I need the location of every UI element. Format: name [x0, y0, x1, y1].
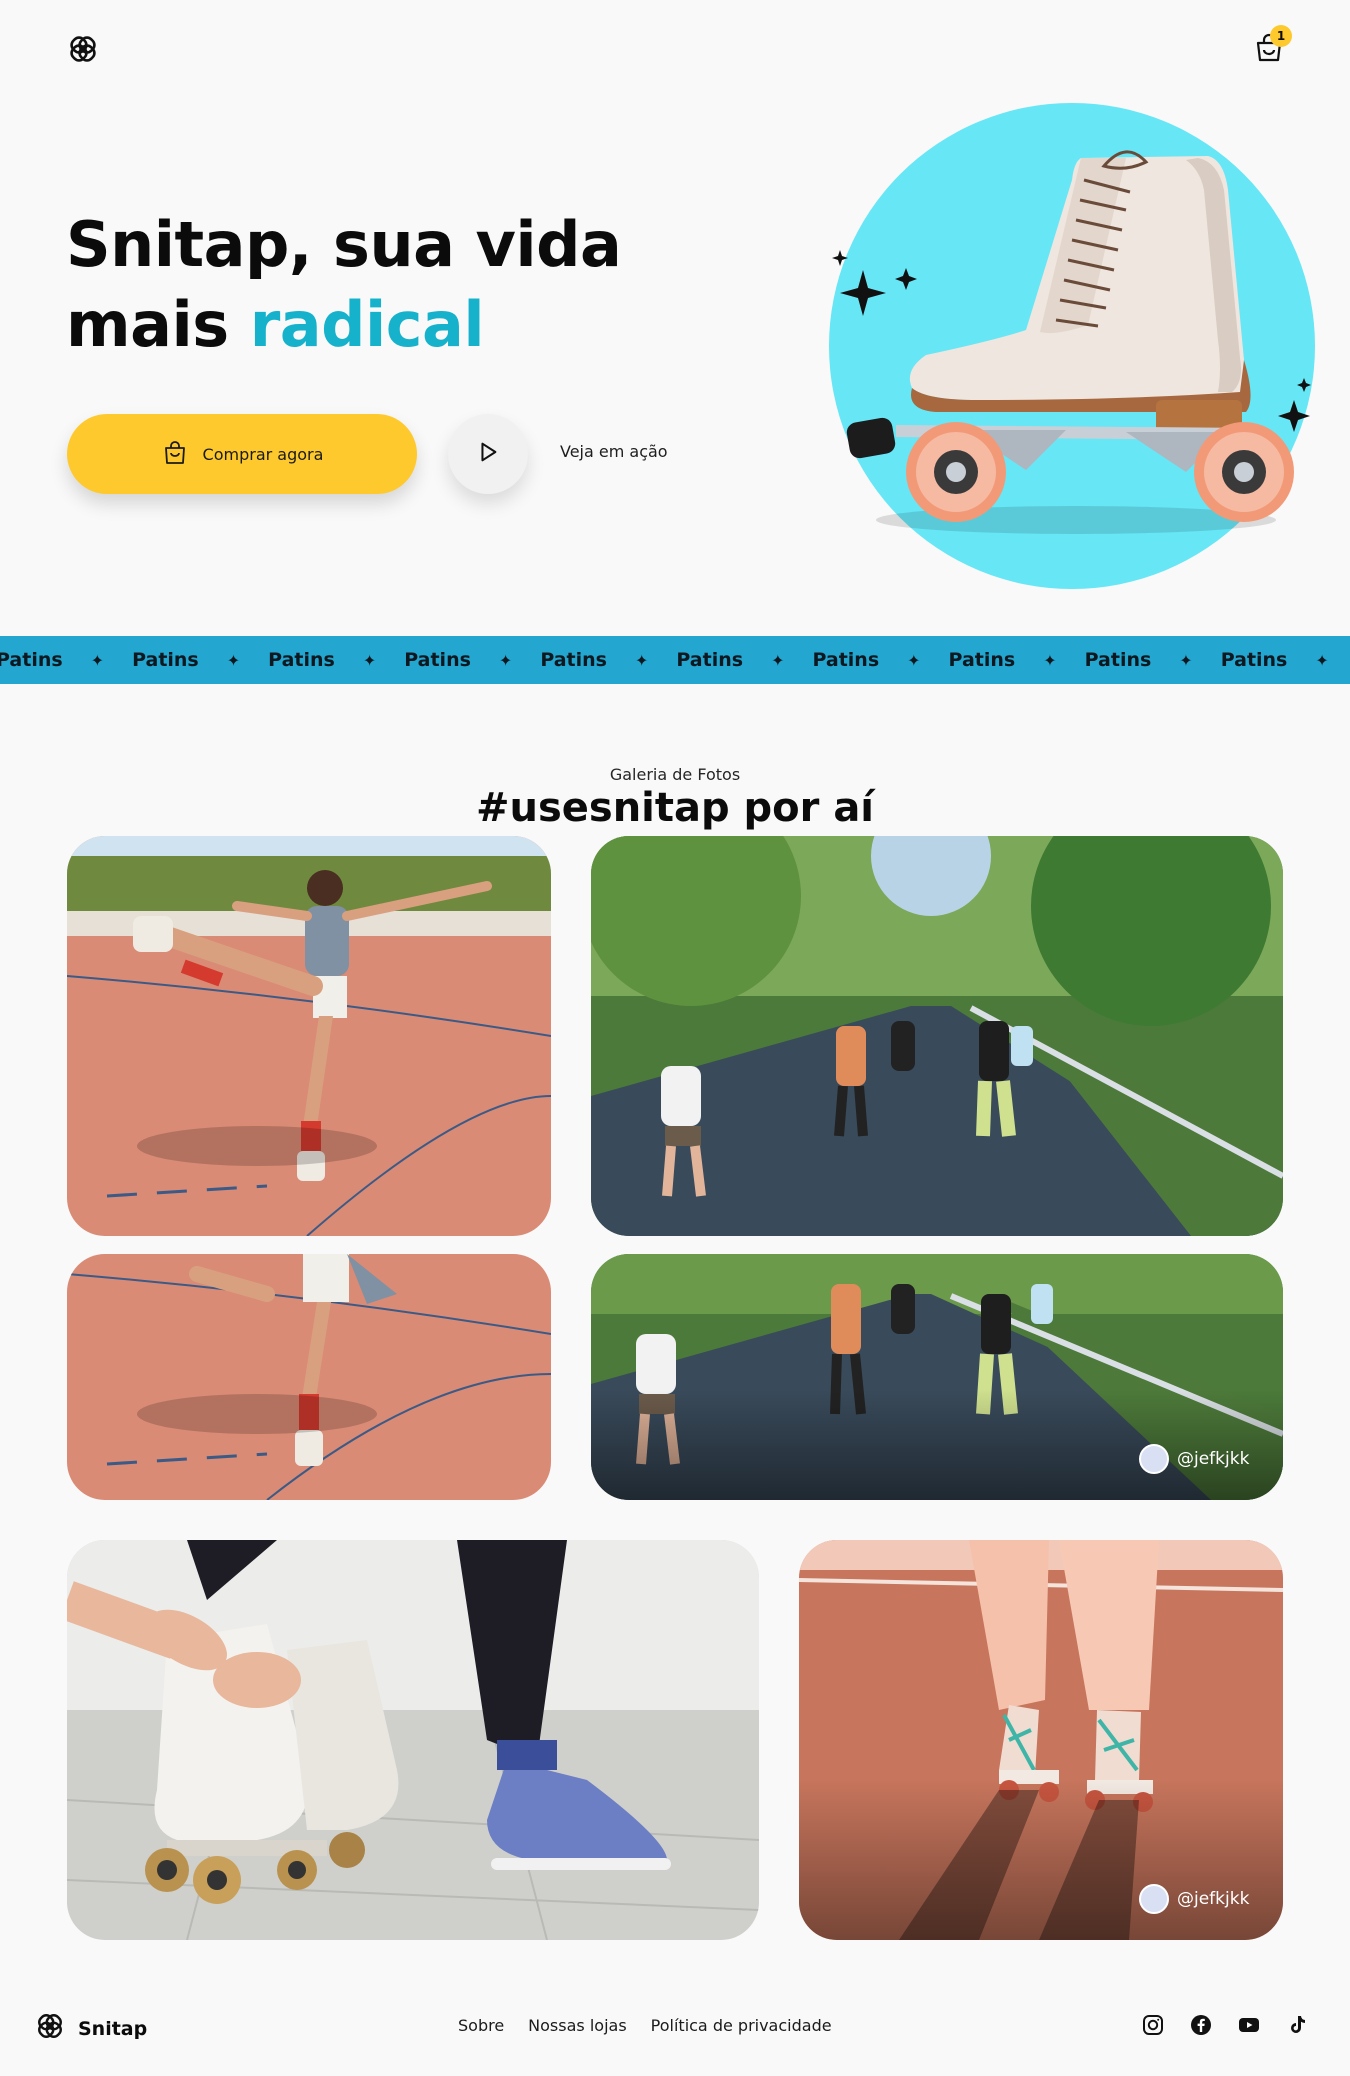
gallery-photo-4[interactable]: @jefkjkk	[591, 1254, 1283, 1500]
marquee-label: Patins	[268, 649, 335, 671]
footer-link-stores[interactable]: Nossas lojas	[528, 2016, 626, 2035]
marquee-item: Patins ✦	[132, 649, 268, 671]
footer-link-privacy[interactable]: Política de privacidade	[651, 2016, 832, 2035]
see-action-link[interactable]: Veja em ação	[560, 442, 668, 461]
gallery-photo-5[interactable]	[67, 1540, 759, 1940]
star-separator-icon: ✦	[362, 650, 377, 670]
tiktok-icon[interactable]	[1286, 2014, 1308, 2036]
avatar	[1139, 1884, 1169, 1914]
star-separator-icon: ✦	[498, 650, 513, 670]
snitap-logo-icon	[34, 2010, 66, 2047]
facebook-icon[interactable]	[1190, 2014, 1212, 2036]
buy-now-label: Comprar agora	[202, 444, 324, 464]
marquee-item: Patins ✦	[540, 649, 676, 671]
marquee-label: Patins	[132, 649, 199, 671]
user-handle: @jefkjkk	[1177, 1889, 1250, 1909]
star-separator-icon: ✦	[226, 650, 241, 670]
footer-brand[interactable]: Snitap	[34, 2010, 147, 2047]
gallery-label: Galeria de Fotos	[609, 765, 741, 784]
marquee-label: Patins	[0, 649, 63, 671]
gallery-photo-2[interactable]	[591, 836, 1283, 1236]
snitap-logo-icon[interactable]	[66, 32, 100, 66]
marquee-label: Patins	[1220, 649, 1288, 671]
footer-brand-name: Snitap	[78, 2017, 148, 2040]
play-icon	[476, 440, 500, 468]
star-separator-icon: ✦	[90, 650, 105, 670]
youtube-icon[interactable]	[1238, 2014, 1260, 2036]
marquee-item: Patins ✦	[949, 649, 1085, 671]
marquee-item: Patins ✦	[0, 649, 132, 671]
hero-title-line1: Snitap, sua vida	[66, 208, 622, 281]
buy-now-button[interactable]: Comprar agora	[67, 414, 417, 494]
hero-title-accent: radical	[249, 288, 485, 361]
avatar	[1139, 1444, 1169, 1474]
footer-nav: Sobre Nossas lojas Política de privacida…	[458, 2016, 832, 2035]
star-separator-icon: ✦	[1043, 650, 1057, 670]
marquee-banner: Patins ✦ Patins ✦ Patins ✦ Patins ✦ Patins ✦ Patin…	[0, 636, 1350, 684]
star-separator-icon: ✦	[634, 650, 649, 670]
marquee-item: Patins ✦	[812, 649, 948, 671]
marquee-track: Patins ✦ Patins ✦ Patins ✦ Patins ✦ Patins ✦ Patin…	[0, 636, 1350, 684]
social-links	[1142, 2014, 1308, 2036]
marquee-item: Patins ✦	[676, 649, 812, 671]
gallery-title: #usesnitap por aí	[475, 785, 875, 831]
star-separator-icon: ✦	[1315, 650, 1329, 670]
cart-count-badge: 1	[1270, 25, 1292, 47]
user-tag[interactable]: @jefkjkk	[1139, 1444, 1249, 1474]
marquee-label: Patins	[404, 649, 471, 671]
play-button[interactable]	[448, 414, 528, 494]
marquee-item: Patins ✦	[404, 649, 540, 671]
hero-title: Snitap, sua vida mais radical	[66, 205, 686, 365]
gallery-photo-3[interactable]	[67, 1254, 551, 1500]
marquee-label: Patins	[948, 649, 1016, 671]
marquee-item: Patins ✦	[1221, 649, 1350, 671]
marquee-label: Patins	[676, 649, 744, 671]
instagram-icon[interactable]	[1142, 2014, 1164, 2036]
user-tag[interactable]: @jefkjkk	[1139, 1884, 1249, 1914]
gallery-photo-6[interactable]: @jefkjkk	[799, 1540, 1283, 1940]
star-separator-icon: ✦	[771, 650, 785, 670]
marquee-item: Patins ✦	[1085, 649, 1221, 671]
marquee-label: Patins	[540, 649, 607, 671]
roller-skate-illustration	[826, 100, 1326, 600]
hero-title-line2: mais	[66, 288, 250, 361]
marquee-label: Patins	[1084, 649, 1152, 671]
marquee-label: Patins	[812, 649, 880, 671]
footer-link-about[interactable]: Sobre	[458, 2016, 504, 2035]
star-separator-icon: ✦	[907, 650, 921, 670]
gallery-photo-1[interactable]	[67, 836, 551, 1236]
star-separator-icon: ✦	[1179, 650, 1193, 670]
user-handle: @jefkjkk	[1177, 1449, 1250, 1469]
shopping-bag-icon	[161, 438, 189, 470]
marquee-item: Patins ✦	[268, 649, 404, 671]
